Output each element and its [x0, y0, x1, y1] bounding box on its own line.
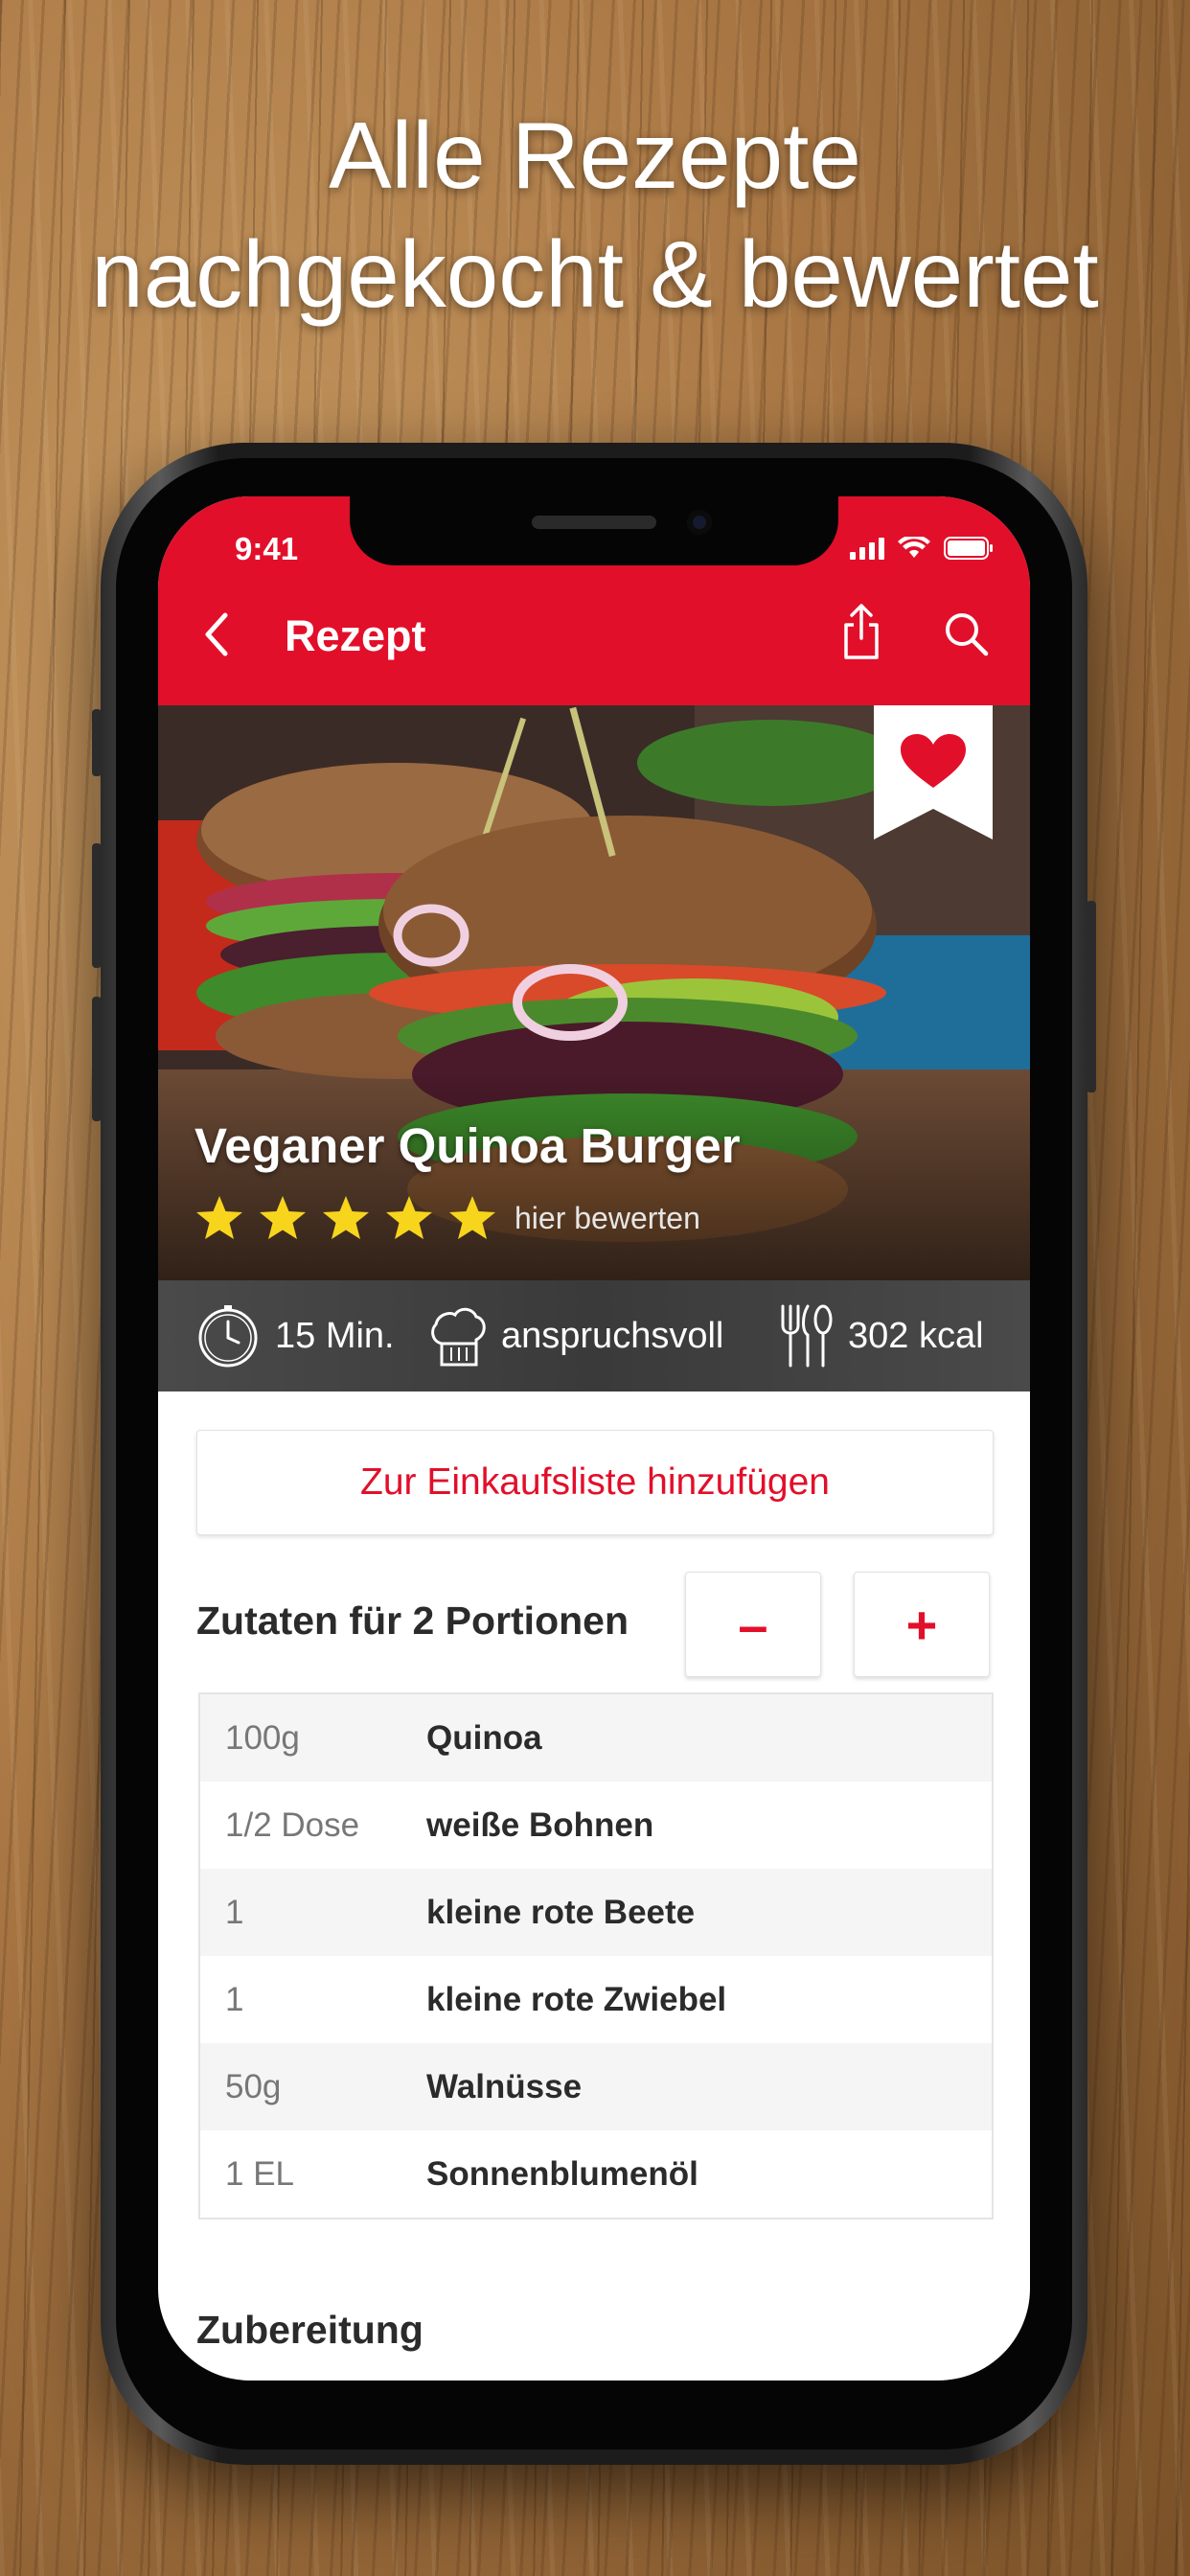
- preparation-heading: Zubereitung: [196, 2308, 423, 2352]
- clock-icon: [198, 1305, 258, 1368]
- ingredient-name: Sonnenblumenöl: [426, 2154, 698, 2193]
- star-icon[interactable]: [258, 1194, 308, 1242]
- status-time: 9:41: [235, 531, 299, 566]
- decrease-portions-button[interactable]: –: [685, 1572, 821, 1677]
- recipe-hero-image: Veganer Quinoa Burger hier bewerten: [158, 705, 1030, 1280]
- favorite-bookmark-icon[interactable]: [874, 705, 993, 840]
- ingredient-quantity: 50g: [225, 2067, 282, 2105]
- rate-label[interactable]: hier bewerten: [515, 1201, 700, 1236]
- stat-time: 15 Min.: [195, 1280, 395, 1392]
- ingredient-name: kleine rote Beete: [426, 1893, 696, 1931]
- ingredient-name: weiße Bohnen: [426, 1806, 654, 1844]
- ingredient-quantity: 1 EL: [225, 2154, 294, 2193]
- cutlery-icon: [781, 1304, 833, 1368]
- stat-time-value: 15 Min.: [275, 1315, 395, 1356]
- share-icon[interactable]: [836, 602, 886, 661]
- ingredient-row: 100g Quinoa: [200, 1694, 992, 1782]
- nav-title: Rezept: [285, 611, 426, 660]
- front-camera: [687, 510, 712, 535]
- search-icon[interactable]: [942, 610, 990, 657]
- stat-calories: 302 kcal: [777, 1280, 984, 1392]
- phone-power-button: [1087, 901, 1096, 1092]
- phone-volume-up: [92, 843, 102, 968]
- headline-line-1: Alle Rezepte: [329, 103, 861, 208]
- ingredient-row: 1 EL Sonnenblumenöl: [200, 2130, 992, 2218]
- ingredient-quantity: 100g: [225, 1718, 300, 1757]
- recipe-title: Veganer Quinoa Burger: [195, 1118, 741, 1173]
- stat-difficulty: anspruchsvoll: [428, 1280, 723, 1392]
- ingredient-name: Walnüsse: [426, 2067, 583, 2105]
- phone-notch: [350, 496, 838, 565]
- back-chevron-icon[interactable]: [196, 610, 239, 659]
- ingredients-table: 100g Quinoa 1/2 Dose weiße Bohnen 1 klei…: [198, 1692, 994, 2220]
- star-icon[interactable]: [384, 1194, 434, 1242]
- promo-headline: Alle Rezepte nachgekocht & bewertet: [0, 96, 1190, 334]
- star-icon[interactable]: [321, 1194, 371, 1242]
- ingredient-row: 1 kleine rote Beete: [200, 1869, 992, 1956]
- stat-calories-value: 302 kcal: [848, 1315, 984, 1356]
- rating-row[interactable]: hier bewerten: [195, 1194, 700, 1242]
- increase-portions-button[interactable]: +: [854, 1572, 990, 1677]
- ingredient-row: 1/2 Dose weiße Bohnen: [200, 1782, 992, 1869]
- app-screen: 9:41 Rezept Veganer Quinoa Burger hier b…: [158, 496, 1030, 2380]
- ingredient-row: 1 kleine rote Zwiebel: [200, 1956, 992, 2043]
- chef-hat-icon: [431, 1307, 486, 1367]
- battery-icon: [944, 537, 993, 560]
- ingredients-heading: Zutaten für 2 Portionen: [196, 1598, 629, 1643]
- headline-line-2: nachgekocht & bewertet: [91, 221, 1099, 327]
- ingredient-quantity: 1/2 Dose: [225, 1806, 360, 1844]
- speaker-grille: [532, 516, 656, 529]
- ingredient-name: kleine rote Zwiebel: [426, 1980, 727, 2018]
- status-icons: [850, 537, 994, 560]
- cellular-signal-icon: [850, 538, 884, 560]
- ingredient-quantity: 1: [225, 1980, 244, 2018]
- phone-mute-switch: [92, 709, 102, 776]
- recipe-stats-bar: 15 Min. anspruchsvoll 302 kcal: [158, 1280, 1030, 1392]
- star-icon[interactable]: [195, 1194, 244, 1242]
- star-icon[interactable]: [447, 1194, 497, 1242]
- wifi-icon: [898, 537, 930, 558]
- add-to-shopping-list-button[interactable]: Zur Einkaufsliste hinzufügen: [196, 1430, 994, 1535]
- hero-gradient-overlay: [158, 1070, 1030, 1280]
- navigation-bar: Rezept: [158, 565, 1030, 705]
- stat-difficulty-value: anspruchsvoll: [501, 1315, 724, 1356]
- phone-volume-down: [92, 997, 102, 1121]
- ingredient-name: Quinoa: [426, 1718, 542, 1757]
- ingredient-row: 50g Walnüsse: [200, 2043, 992, 2130]
- ingredient-quantity: 1: [225, 1893, 244, 1931]
